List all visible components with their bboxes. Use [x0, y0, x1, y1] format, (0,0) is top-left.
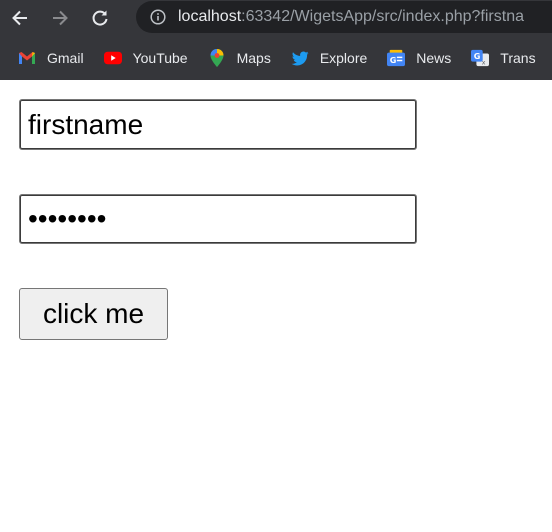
url-host: localhost [178, 8, 242, 25]
news-icon: G [387, 49, 406, 67]
bookmark-explore[interactable]: Explore [283, 44, 377, 72]
forward-arrow-icon [53, 10, 68, 26]
bookmark-gmail[interactable]: Gmail [10, 44, 94, 72]
browser-toolbar: localhost:63342/WigetsApp/src/index.php?… [0, 0, 552, 36]
bookmark-label: Explore [319, 50, 368, 66]
bookmark-label: News [416, 50, 452, 66]
reload-icon [92, 10, 108, 26]
translate-icon: G x [471, 49, 490, 67]
svg-text:G: G [390, 55, 397, 65]
gmail-icon [18, 49, 36, 67]
bookmark-label: Maps [236, 50, 271, 66]
password-input[interactable] [19, 194, 417, 244]
forward-button[interactable] [40, 0, 80, 36]
back-arrow-icon [12, 10, 27, 26]
svg-text:x: x [482, 59, 486, 66]
reload-button[interactable] [80, 0, 120, 36]
click-me-button[interactable]: click me [19, 288, 168, 340]
youtube-icon [103, 49, 122, 67]
bookmark-label: Trans [500, 50, 536, 66]
url-text: localhost:63342/WigetsApp/src/index.php?… [178, 8, 524, 26]
firstname-input[interactable] [19, 99, 417, 150]
bookmark-translate[interactable]: G x Trans [463, 44, 545, 72]
info-icon[interactable] [150, 9, 166, 25]
maps-icon [208, 49, 226, 67]
bookmark-youtube[interactable]: YouTube [96, 44, 198, 72]
back-button[interactable] [0, 0, 40, 36]
bookmark-maps[interactable]: Maps [200, 44, 281, 72]
address-bar[interactable]: localhost:63342/WigetsApp/src/index.php?… [136, 1, 552, 33]
bookmark-label: Gmail [47, 50, 84, 66]
twitter-icon [291, 49, 309, 67]
bookmark-label: YouTube [132, 50, 188, 66]
bookmarks-bar: Gmail YouTube Maps Explore G News G x Tr… [0, 36, 552, 80]
url-path: :63342/WigetsApp/src/index.php?firstna [241, 8, 524, 25]
svg-text:G: G [474, 51, 481, 61]
bookmark-news[interactable]: G News [379, 44, 461, 72]
